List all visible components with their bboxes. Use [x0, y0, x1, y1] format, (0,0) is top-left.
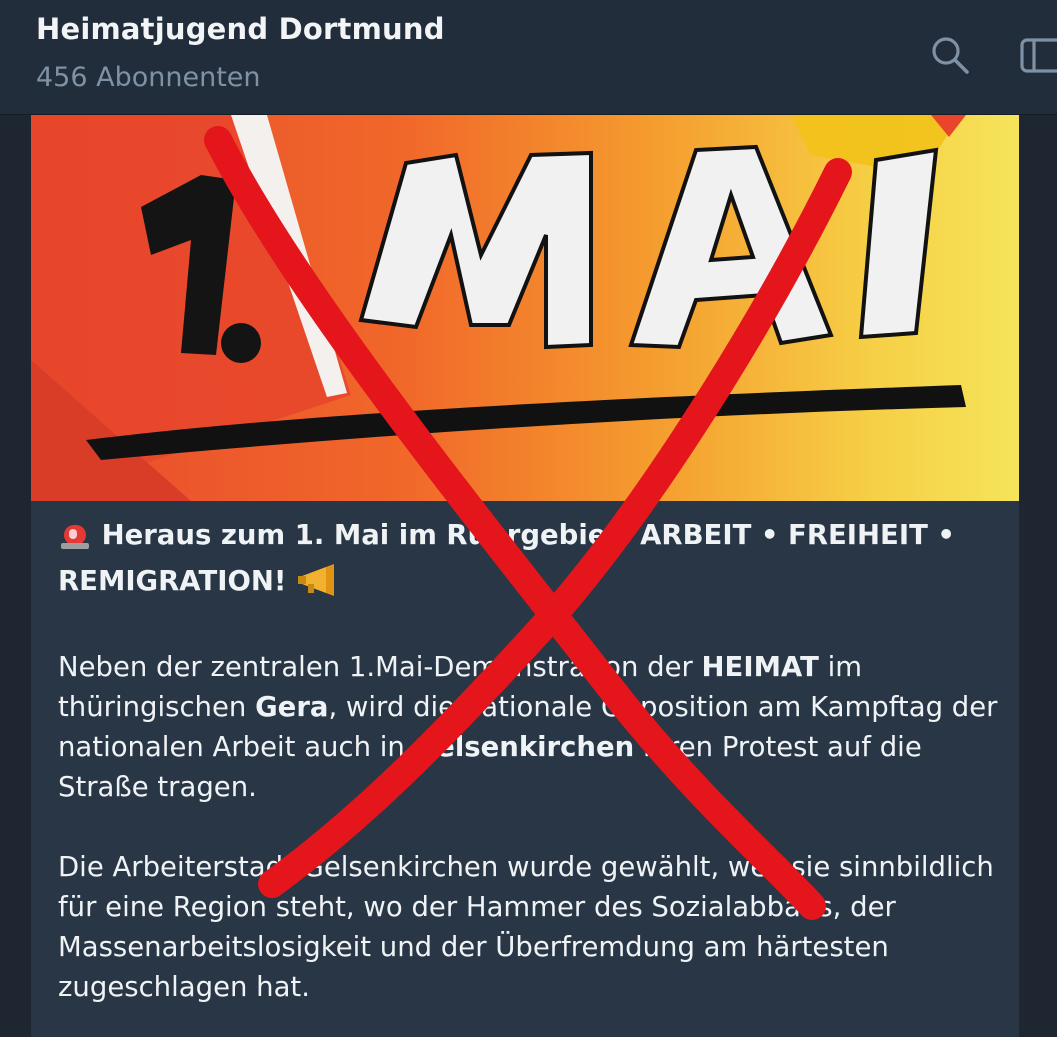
channel-post: Heraus zum 1. Mai im Ruhrgebiet: ARBEIT … [31, 115, 1019, 1037]
megaphone-emoji [296, 564, 340, 607]
post-heading-text: Heraus zum 1. Mai im Ruhrgebiet: ARBEIT … [58, 519, 955, 597]
para1-bold-gera: Gera [255, 691, 329, 723]
para1-bold-heimat: HEIMAT [701, 651, 819, 683]
search-icon [932, 37, 969, 74]
post-text: Heraus zum 1. Mai im Ruhrgebiet: ARBEIT … [58, 515, 998, 1037]
post-banner-image[interactable] [31, 115, 1019, 501]
subscriber-count: 456 Abonnenten [36, 62, 261, 93]
para1-text-1: Neben der zentralen 1.Mai-Demonstration … [58, 651, 702, 683]
chat-header: Heimatjugend Dortmund 456 Abonnenten [0, 0, 1057, 115]
search-button[interactable] [929, 34, 971, 76]
channel-title[interactable]: Heimatjugend Dortmund [36, 12, 445, 46]
sidebar-toggle-icon [1020, 38, 1057, 73]
post-paragraph-1: Neben der zentralen 1.Mai-Demonstration … [58, 647, 998, 807]
sidebar-toggle-button[interactable] [1018, 34, 1057, 76]
para1-bold-gelsenkirchen: Gelsenkirchen [413, 731, 635, 763]
rotating-light-emoji [58, 516, 92, 561]
post-heading: Heraus zum 1. Mai im Ruhrgebiet: ARBEIT … [58, 515, 998, 607]
post-paragraph-2: Die Arbeiterstadt Gelsenkirchen wurde ge… [58, 851, 994, 1003]
